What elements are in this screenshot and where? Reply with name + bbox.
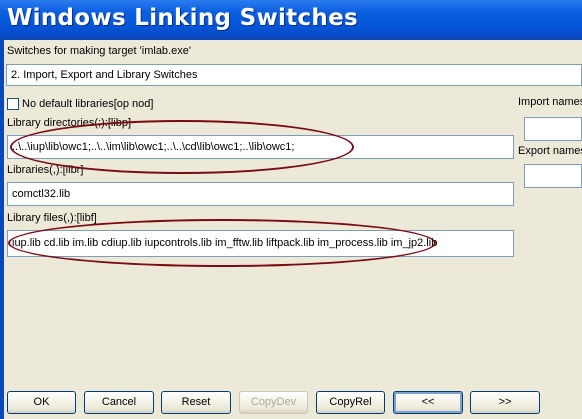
title-bar[interactable]: Windows Linking Switches (0, 0, 582, 40)
prev-button[interactable]: << (393, 391, 463, 414)
category-select-value: 2. Import, Export and Library Switches (11, 69, 198, 81)
library-directories-value: ..\..\iup\lib\owc1;..\..\im\lib\owc1;..\… (12, 141, 295, 153)
copy-dev-button[interactable]: CopyDev (239, 391, 308, 414)
copy-rel-button[interactable]: CopyRel (316, 391, 385, 414)
export-names-label: Export names (518, 145, 582, 157)
library-files-label: Library files(,):[libf] (7, 212, 97, 224)
library-directories-label: Library directories(;):[libp] (7, 117, 132, 129)
ok-button[interactable]: OK (7, 391, 76, 414)
window-left-border (0, 40, 4, 419)
libraries-input[interactable]: comctl32.lib (7, 182, 514, 206)
reset-button[interactable]: Reset (161, 391, 231, 414)
cancel-button[interactable]: Cancel (84, 391, 154, 414)
library-files-input[interactable]: iup.lib cd.lib im.lib cdiup.lib iupcontr… (7, 230, 514, 257)
import-names-label: Import names (518, 96, 582, 108)
library-files-value: iup.lib cd.lib im.lib cdiup.lib iupcontr… (12, 237, 438, 249)
libraries-value: comctl32.lib (12, 188, 71, 200)
category-select[interactable]: 2. Import, Export and Library Switches (6, 64, 582, 86)
libraries-label: Libraries(,):[libr] (7, 164, 84, 176)
export-names-input[interactable] (524, 164, 582, 188)
library-directories-input[interactable]: ..\..\iup\lib\owc1;..\..\im\lib\owc1;..\… (7, 135, 514, 159)
import-names-input[interactable] (524, 117, 582, 141)
target-label: Switches for making target 'imlab.exe' (7, 45, 191, 57)
next-button[interactable]: >> (470, 391, 540, 414)
no-default-libraries-checkbox[interactable] (7, 98, 19, 110)
window-title: Windows Linking Switches (7, 5, 358, 31)
no-default-libraries-label: No default libraries[op nod] (22, 98, 154, 110)
